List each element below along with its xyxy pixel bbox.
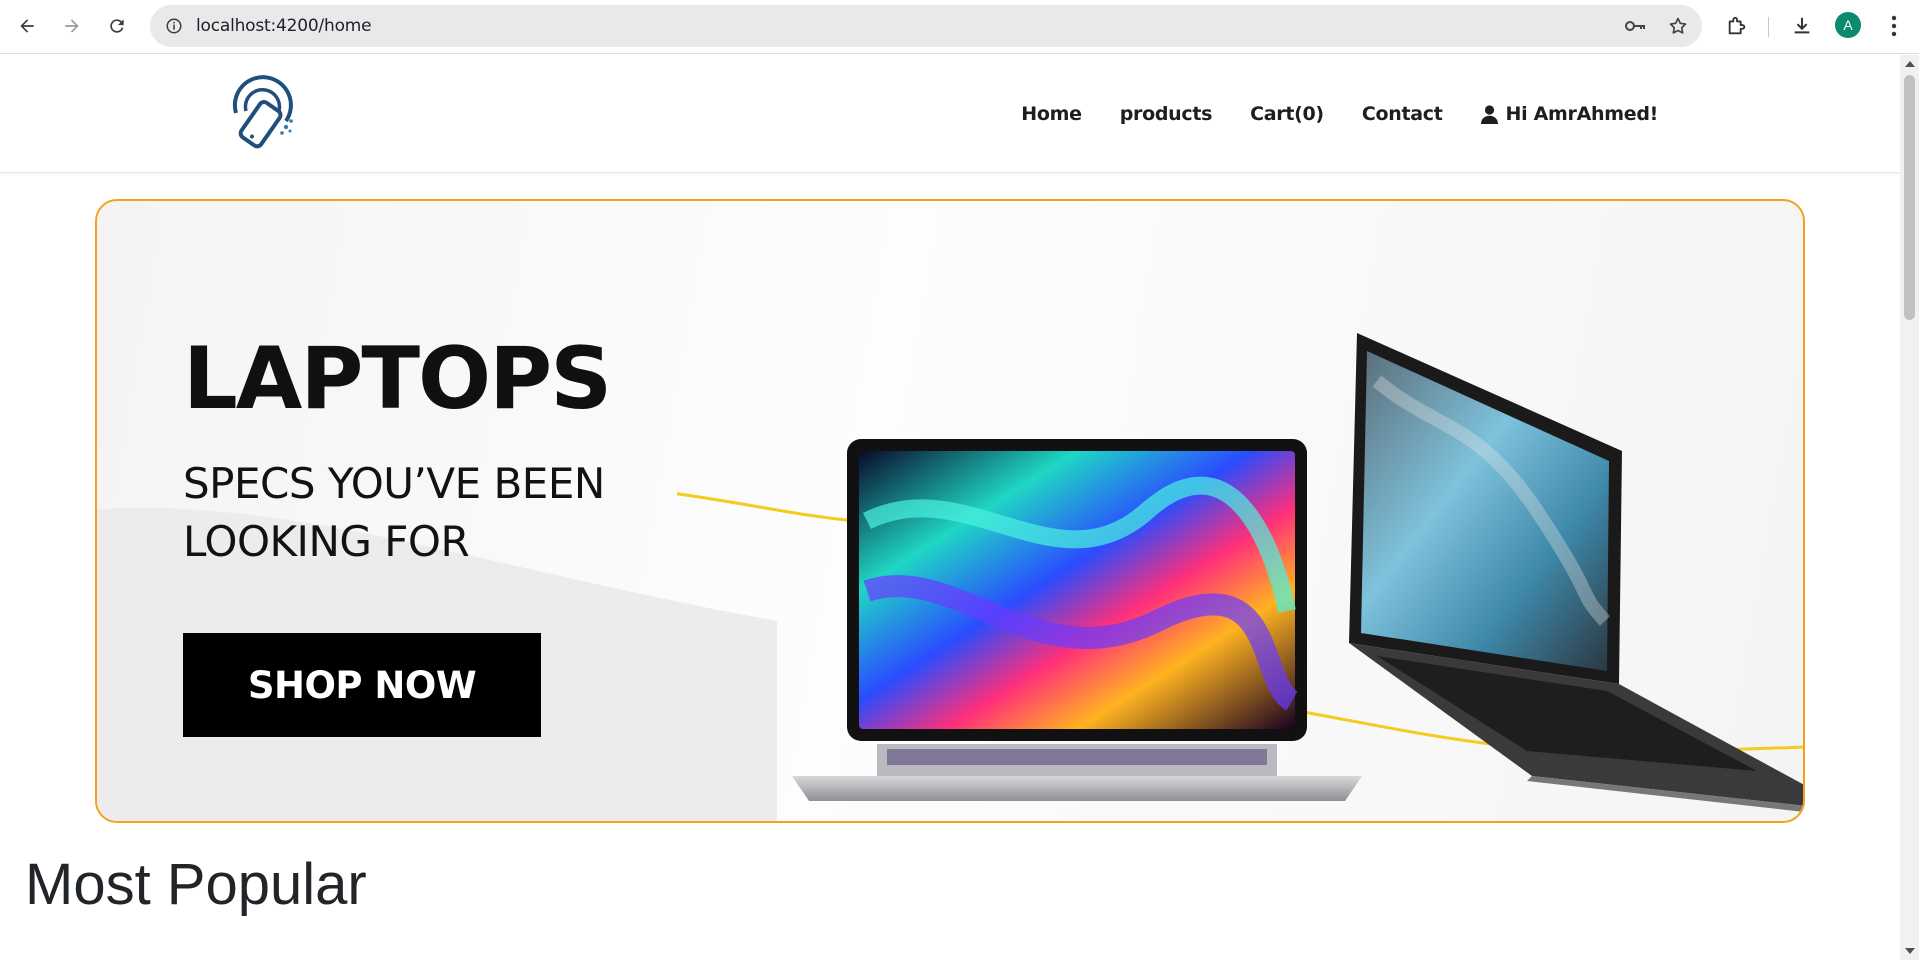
reload-icon [110,19,124,33]
browser-toolbar: localhost:4200/home A [0,0,1919,54]
shop-now-button[interactable]: SHOP NOW [183,633,541,737]
hero-banner[interactable]: LAPTOPS SPECS YOU’VE BEEN LOOKING FOR SH… [95,199,1805,823]
laptops-image [677,333,1803,812]
user-icon [1480,104,1498,124]
page-scrollbar[interactable] [1900,55,1919,960]
nav-contact-link[interactable]: Contact [1362,103,1443,125]
bookmark-star-icon[interactable] [1666,14,1690,38]
reload-button[interactable] [100,9,134,43]
extensions-icon[interactable] [1723,12,1751,40]
password-key-icon[interactable] [1624,14,1648,38]
url-text[interactable]: localhost:4200/home [196,16,372,36]
user-greeting: Hi AmrAhmed! [1505,103,1659,125]
phone-logo-icon[interactable] [226,75,296,151]
back-button[interactable] [10,9,44,43]
scroll-down-arrow-icon[interactable] [1905,948,1915,954]
banner-title: LAPTOPS [183,329,612,429]
nav-home-link[interactable]: Home [1021,103,1082,125]
nav-cart-link[interactable]: Cart(0) [1250,103,1324,125]
toolbar-divider [1768,17,1769,37]
menu-kebab-icon[interactable] [1880,12,1908,40]
arrow-left-icon [20,19,34,33]
banner-subtitle: SPECS YOU’VE BEEN LOOKING FOR [183,455,743,571]
site-info-icon[interactable] [162,14,186,38]
address-bar[interactable]: localhost:4200/home [150,5,1702,47]
arrow-right-icon [65,19,79,33]
nav-links: Home products Cart(0) Contact Hi AmrAhme… [1021,55,1658,173]
banner-subtitle-line2: LOOKING FOR [183,517,470,566]
scroll-up-arrow-icon[interactable] [1905,61,1915,67]
site-navbar: Home products Cart(0) Contact Hi AmrAhme… [0,55,1900,173]
section-title-most-popular: Most Popular [25,852,367,917]
page-viewport: Home products Cart(0) Contact Hi AmrAhme… [0,55,1900,960]
download-icon[interactable] [1788,12,1816,40]
nav-products-link[interactable]: products [1120,103,1213,125]
profile-avatar[interactable]: A [1835,12,1861,38]
nav-user-link[interactable]: Hi AmrAhmed! [1480,103,1659,125]
banner-subtitle-line1: SPECS YOU’VE BEEN [183,459,605,508]
scroll-thumb[interactable] [1904,75,1915,320]
forward-button[interactable] [55,9,89,43]
